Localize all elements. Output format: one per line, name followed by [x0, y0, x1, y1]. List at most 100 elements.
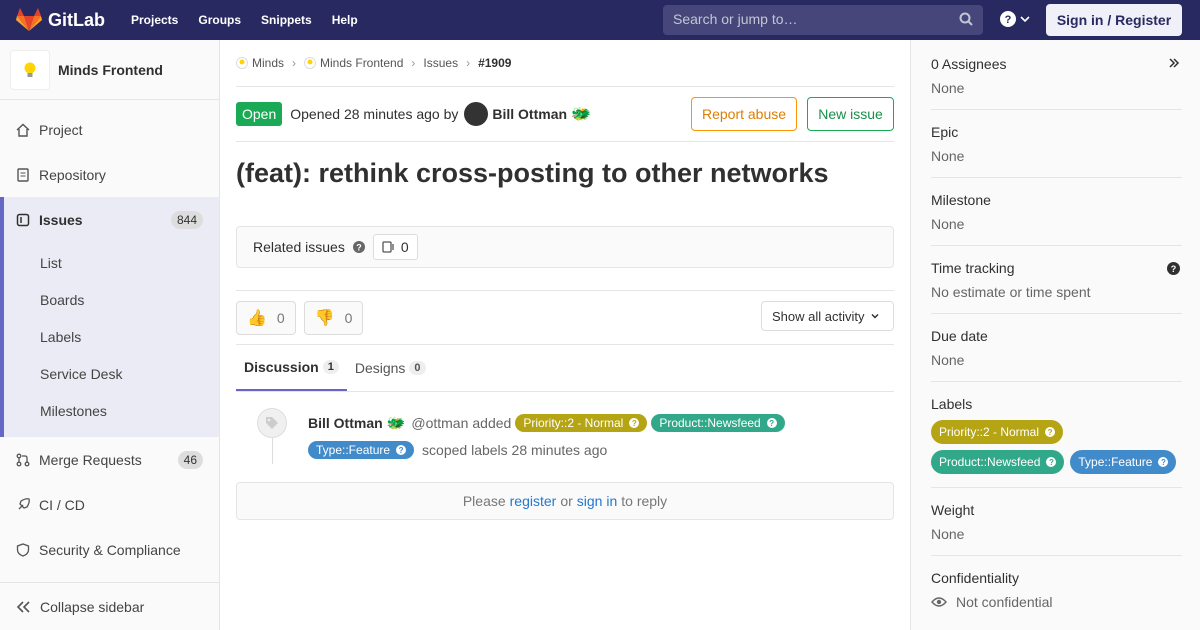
register-link[interactable]: register: [510, 493, 557, 509]
label-priority[interactable]: Priority::2 - Normal ?: [931, 420, 1064, 444]
label-text: Type::Feature: [1078, 455, 1153, 469]
breadcrumb-issues[interactable]: Issues: [423, 56, 458, 70]
breadcrumb-issue-number[interactable]: #1909: [478, 56, 511, 70]
question-icon: ?: [1158, 457, 1169, 467]
note-line-1: Bill Ottman 🐲 @ottman added Priority::2 …: [308, 414, 787, 432]
question-icon[interactable]: ?: [352, 241, 365, 253]
breadcrumb-minds-frontend[interactable]: Minds Frontend: [320, 56, 403, 70]
note-action: added: [472, 415, 512, 431]
double-chevron-right-icon[interactable]: [1168, 57, 1180, 69]
label-text: Product::Newsfeed: [939, 455, 1041, 469]
thumbs-up-count: 0: [276, 309, 285, 326]
gitlab-logo[interactable]: GitLab: [16, 8, 105, 32]
assignees-value: None: [931, 80, 965, 96]
thumbs-down-count: 0: [344, 309, 353, 326]
note-suffix: scoped labels 28 minutes ago: [422, 442, 608, 458]
status-badge: Open: [236, 102, 283, 126]
breadcrumb-separator: ›: [292, 56, 297, 70]
sidebar-item-project[interactable]: Project: [0, 107, 219, 152]
search-placeholder: Search or jump to…: [673, 11, 798, 27]
author-name[interactable]: Bill Ottman: [492, 106, 567, 122]
milestone-block: Milestone None: [931, 178, 1182, 246]
sign-in-link[interactable]: sign in: [577, 493, 617, 509]
avatar[interactable]: [464, 102, 489, 126]
collapse-sidebar-button[interactable]: Collapse sidebar: [0, 582, 219, 630]
sidebar-item-repository[interactable]: Repository: [0, 152, 219, 197]
subnav-service-desk[interactable]: Service Desk: [4, 355, 219, 392]
related-issues-count[interactable]: 0: [372, 234, 418, 260]
question-icon: ?: [1045, 427, 1056, 437]
thumbs-down-button[interactable]: 👎 0: [303, 300, 364, 335]
tab-count: 1: [322, 360, 339, 374]
tab-discussion[interactable]: Discussion 1: [236, 345, 347, 391]
breadcrumb-separator: ›: [411, 56, 416, 70]
epic-title: Epic: [931, 124, 959, 140]
sidebar-item-issues[interactable]: Issues 844: [0, 197, 219, 242]
sidebar-item-label: CI / CD: [39, 496, 85, 513]
label-text: Priority::2 - Normal: [939, 425, 1040, 439]
due-date-title: Due date: [931, 328, 988, 344]
confidentiality-value: Not confidential: [956, 594, 1053, 610]
issues-icon: [382, 241, 394, 253]
subnav-milestones[interactable]: Milestones: [4, 392, 219, 429]
nav-projects[interactable]: Projects: [131, 13, 178, 27]
breadcrumb-separator: ›: [466, 56, 471, 70]
sidebar-item-ci-cd[interactable]: CI / CD: [0, 482, 219, 527]
weight-title: Weight: [931, 502, 975, 518]
breadcrumb-minds[interactable]: Minds: [252, 56, 284, 70]
issue-header: Open Opened 28 minutes ago by Bill Ottma…: [236, 87, 894, 142]
label-type[interactable]: Type::Feature ?: [308, 441, 415, 459]
svg-text:?: ?: [1005, 14, 1012, 26]
time-tracking-title: Time tracking: [931, 260, 1015, 276]
nav-groups[interactable]: Groups: [198, 13, 241, 27]
breadcrumb: Minds › Minds Frontend › Issues › #1909: [236, 40, 894, 87]
related-count-value: 0: [400, 239, 409, 255]
milestone-value: None: [931, 216, 965, 232]
report-abuse-button[interactable]: Report abuse: [691, 97, 797, 131]
labels-list: Priority::2 - Normal ? Product::Newsfeed…: [931, 420, 1182, 474]
subnav-labels[interactable]: Labels: [4, 318, 219, 355]
tab-count: 0: [409, 361, 426, 375]
reply-please: Please: [462, 493, 506, 509]
note-handle[interactable]: @ottman: [411, 415, 468, 431]
labels-title: Labels: [931, 396, 973, 412]
lightbulb-icon: [304, 57, 317, 69]
help-dropdown[interactable]: ?: [1000, 11, 1031, 27]
time-tracking-block: Time tracking No estimate or time spent …: [931, 246, 1182, 314]
question-icon: ?: [629, 418, 640, 428]
system-note: Bill Ottman 🐲 @ottman added Priority::2 …: [236, 392, 894, 482]
new-issue-button[interactable]: New issue: [807, 97, 894, 131]
thumbs-down-icon: 👎: [314, 309, 335, 327]
subnav-list[interactable]: List: [4, 244, 219, 281]
label-type[interactable]: Type::Feature ?: [1070, 450, 1177, 474]
label-priority[interactable]: Priority::2 - Normal ?: [515, 414, 648, 432]
top-navbar: GitLab Projects Groups Snippets Help Sea…: [0, 0, 1200, 40]
activity-filter-dropdown[interactable]: Show all activity: [761, 301, 894, 331]
search-input[interactable]: Search or jump to…: [663, 5, 983, 35]
label-product[interactable]: Product::Newsfeed ?: [651, 414, 785, 432]
sidebar-item-label: Merge Requests: [39, 451, 142, 468]
shield-icon: [15, 542, 31, 558]
weight-block: Weight None: [931, 488, 1182, 556]
sidebar-item-security[interactable]: Security & Compliance: [0, 527, 219, 572]
thumbs-up-button[interactable]: 👍 0: [236, 300, 296, 335]
signin-register-button[interactable]: Sign in / Register: [1046, 4, 1182, 36]
label-text: Type::Feature: [316, 443, 391, 457]
double-chevron-left-icon: [16, 600, 30, 613]
nav-help[interactable]: Help: [332, 13, 358, 27]
tab-designs[interactable]: Designs 0: [347, 345, 434, 391]
label-product[interactable]: Product::Newsfeed ?: [931, 450, 1065, 474]
project-header[interactable]: Minds Frontend: [0, 40, 219, 100]
related-issues-label: Related issues: [253, 239, 345, 255]
question-icon[interactable]: ?: [1167, 262, 1180, 275]
labels-block: Labels Priority::2 - Normal ? Product::N…: [931, 382, 1182, 488]
note-author[interactable]: Bill Ottman: [308, 415, 383, 431]
reply-or: or: [560, 493, 573, 509]
home-icon: [15, 122, 31, 138]
dragon-emoji-icon: 🐲: [571, 106, 591, 123]
subnav-boards[interactable]: Boards: [4, 281, 219, 318]
sidebar-item-merge-requests[interactable]: Merge Requests 46: [0, 437, 219, 482]
nav-snippets[interactable]: Snippets: [261, 13, 312, 27]
main-content: Minds › Minds Frontend › Issues › #1909 …: [236, 40, 894, 520]
svg-text:?: ?: [1171, 264, 1177, 274]
